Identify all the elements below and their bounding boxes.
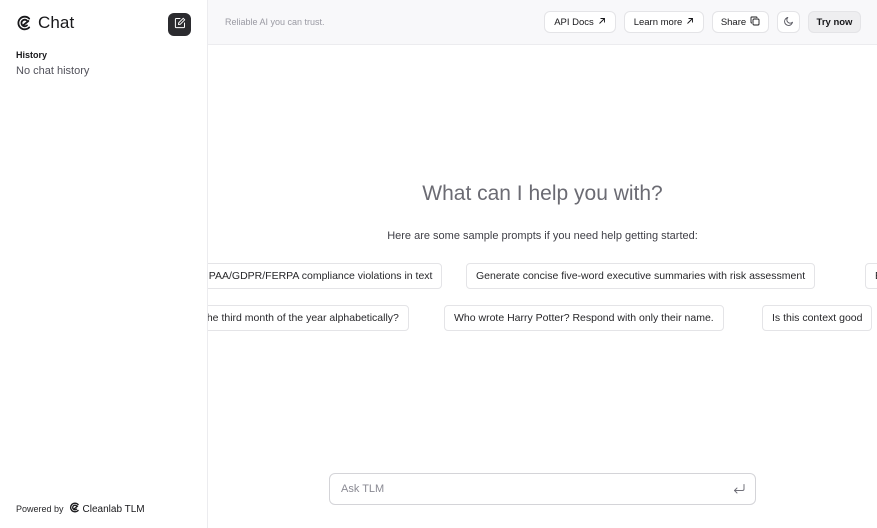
- page-heading: What can I help you with?: [422, 182, 663, 205]
- composer: [329, 473, 756, 505]
- main-panel: What can I help you with? Here are some …: [208, 45, 877, 528]
- sample-prompts-subheading: Here are some sample prompts if you need…: [387, 230, 698, 242]
- prompt-row-1: Detect HIPAA/GDPR/FERPA compliance viola…: [208, 263, 877, 289]
- arrow-up-right-icon: [686, 17, 694, 28]
- prompt-chip[interactable]: Who wrote Harry Potter? Respond with onl…: [444, 305, 724, 331]
- brand[interactable]: Chat: [16, 13, 74, 33]
- share-button[interactable]: Share: [712, 11, 769, 33]
- learn-more-button[interactable]: Learn more: [624, 11, 704, 33]
- tagline: Reliable AI you can trust.: [225, 17, 325, 27]
- share-label: Share: [720, 16, 747, 28]
- api-docs-button[interactable]: API Docs: [544, 11, 616, 33]
- prompt-chip[interactable]: What is the third month of the year alph…: [208, 305, 409, 331]
- api-docs-label: API Docs: [554, 16, 594, 28]
- prompt-chip[interactable]: Detect HIPAA/GDPR/FERPA compliance viola…: [208, 263, 443, 289]
- history-heading: History: [16, 50, 48, 60]
- cleanlab-tlm-link[interactable]: Cleanlab TLM: [69, 502, 145, 516]
- learn-more-label: Learn more: [633, 16, 683, 28]
- prompt-chip[interactable]: Is this context good: [762, 305, 873, 331]
- copy-icon: [750, 16, 760, 29]
- theme-toggle-button[interactable]: [777, 11, 800, 33]
- prompt-chip[interactable]: Generate concise five-word executive sum…: [466, 263, 816, 289]
- top-bar: Reliable AI you can trust. API Docs Lear…: [208, 0, 877, 45]
- try-now-button[interactable]: Try now: [808, 11, 861, 33]
- powered-by: Powered by Cleanlab TLM: [16, 502, 145, 516]
- try-now-label: Try now: [816, 16, 853, 28]
- history-empty-text: No chat history: [16, 65, 90, 77]
- prompt-row-2: What is the third month of the year alph…: [208, 305, 877, 331]
- app-title: Chat: [38, 13, 75, 32]
- powered-by-label: Powered by: [16, 504, 64, 514]
- cleanlab-tlm-label: Cleanlab TLM: [82, 503, 145, 515]
- arrow-up-right-icon: [598, 17, 606, 28]
- ask-input[interactable]: [330, 474, 720, 504]
- edit-icon: [174, 16, 186, 34]
- cleanlab-logo-icon: [69, 502, 80, 516]
- cleanlab-logo-icon: [16, 15, 32, 31]
- prompt-chip[interactable]: E: [865, 263, 877, 289]
- sidebar: Chat History No chat history Powered by …: [0, 0, 208, 528]
- enter-icon[interactable]: [732, 482, 746, 501]
- moon-icon: [783, 16, 794, 29]
- new-chat-button[interactable]: [168, 13, 191, 36]
